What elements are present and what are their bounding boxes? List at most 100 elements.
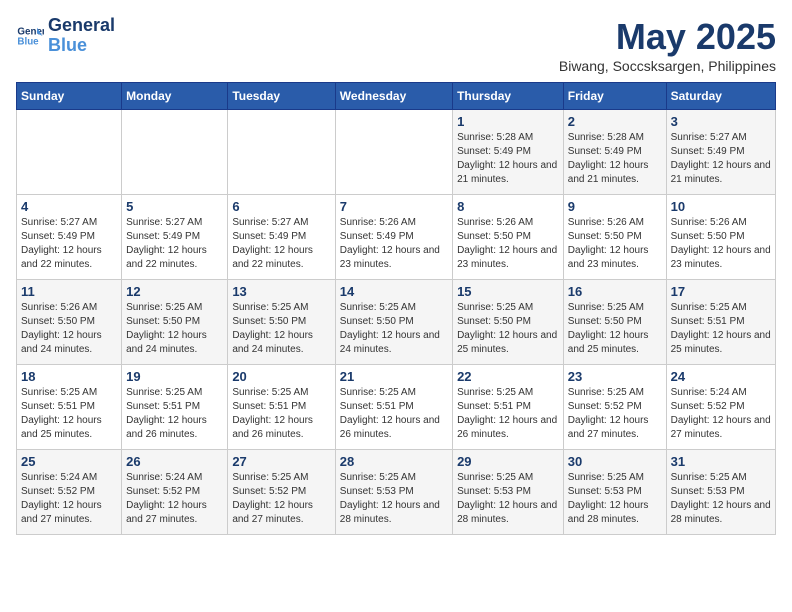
calendar-cell xyxy=(17,110,122,195)
calendar-cell: 18 Sunrise: 5:25 AM Sunset: 5:51 PM Dayl… xyxy=(17,365,122,450)
day-number: 2 xyxy=(568,114,662,129)
day-info: Sunrise: 5:25 AM Sunset: 5:51 PM Dayligh… xyxy=(457,386,559,442)
day-info: Sunrise: 5:24 AM Sunset: 5:52 PM Dayligh… xyxy=(21,471,117,527)
calendar-cell: 14 Sunrise: 5:25 AM Sunset: 5:50 PM Dayl… xyxy=(335,280,452,365)
day-info: Sunrise: 5:26 AM Sunset: 5:50 PM Dayligh… xyxy=(21,301,117,357)
calendar-header: SundayMondayTuesdayWednesdayThursdayFrid… xyxy=(17,83,776,110)
calendar-cell: 21 Sunrise: 5:25 AM Sunset: 5:51 PM Dayl… xyxy=(335,365,452,450)
week-row-2: 4 Sunrise: 5:27 AM Sunset: 5:49 PM Dayli… xyxy=(17,195,776,280)
day-info: Sunrise: 5:24 AM Sunset: 5:52 PM Dayligh… xyxy=(671,386,771,442)
day-info: Sunrise: 5:27 AM Sunset: 5:49 PM Dayligh… xyxy=(671,131,771,187)
day-info: Sunrise: 5:25 AM Sunset: 5:51 PM Dayligh… xyxy=(671,301,771,357)
day-info: Sunrise: 5:27 AM Sunset: 5:49 PM Dayligh… xyxy=(21,216,117,272)
day-number: 13 xyxy=(232,284,330,299)
day-number: 14 xyxy=(340,284,448,299)
day-number: 23 xyxy=(568,369,662,384)
day-number: 1 xyxy=(457,114,559,129)
header-row: SundayMondayTuesdayWednesdayThursdayFrid… xyxy=(17,83,776,110)
day-info: Sunrise: 5:24 AM Sunset: 5:52 PM Dayligh… xyxy=(126,471,223,527)
header-day-thursday: Thursday xyxy=(453,83,564,110)
day-info: Sunrise: 5:25 AM Sunset: 5:52 PM Dayligh… xyxy=(232,471,330,527)
day-info: Sunrise: 5:25 AM Sunset: 5:51 PM Dayligh… xyxy=(21,386,117,442)
day-info: Sunrise: 5:28 AM Sunset: 5:49 PM Dayligh… xyxy=(457,131,559,187)
day-number: 9 xyxy=(568,199,662,214)
day-number: 30 xyxy=(568,454,662,469)
logo-text: General Blue xyxy=(48,16,115,56)
header-day-sunday: Sunday xyxy=(17,83,122,110)
calendar-cell xyxy=(122,110,228,195)
calendar-cell: 26 Sunrise: 5:24 AM Sunset: 5:52 PM Dayl… xyxy=(122,450,228,535)
day-number: 27 xyxy=(232,454,330,469)
day-info: Sunrise: 5:28 AM Sunset: 5:49 PM Dayligh… xyxy=(568,131,662,187)
calendar-cell: 28 Sunrise: 5:25 AM Sunset: 5:53 PM Dayl… xyxy=(335,450,452,535)
calendar-cell: 12 Sunrise: 5:25 AM Sunset: 5:50 PM Dayl… xyxy=(122,280,228,365)
calendar-cell: 3 Sunrise: 5:27 AM Sunset: 5:49 PM Dayli… xyxy=(666,110,775,195)
header-day-friday: Friday xyxy=(563,83,666,110)
week-row-3: 11 Sunrise: 5:26 AM Sunset: 5:50 PM Dayl… xyxy=(17,280,776,365)
calendar-cell xyxy=(228,110,335,195)
day-info: Sunrise: 5:26 AM Sunset: 5:50 PM Dayligh… xyxy=(568,216,662,272)
calendar-cell: 10 Sunrise: 5:26 AM Sunset: 5:50 PM Dayl… xyxy=(666,195,775,280)
calendar-cell: 17 Sunrise: 5:25 AM Sunset: 5:51 PM Dayl… xyxy=(666,280,775,365)
calendar-cell: 5 Sunrise: 5:27 AM Sunset: 5:49 PM Dayli… xyxy=(122,195,228,280)
day-info: Sunrise: 5:27 AM Sunset: 5:49 PM Dayligh… xyxy=(232,216,330,272)
day-number: 16 xyxy=(568,284,662,299)
day-number: 4 xyxy=(21,199,117,214)
day-info: Sunrise: 5:26 AM Sunset: 5:49 PM Dayligh… xyxy=(340,216,448,272)
calendar-table: SundayMondayTuesdayWednesdayThursdayFrid… xyxy=(16,82,776,535)
calendar-cell: 13 Sunrise: 5:25 AM Sunset: 5:50 PM Dayl… xyxy=(228,280,335,365)
day-number: 31 xyxy=(671,454,771,469)
week-row-5: 25 Sunrise: 5:24 AM Sunset: 5:52 PM Dayl… xyxy=(17,450,776,535)
calendar-cell: 24 Sunrise: 5:24 AM Sunset: 5:52 PM Dayl… xyxy=(666,365,775,450)
day-number: 29 xyxy=(457,454,559,469)
day-number: 24 xyxy=(671,369,771,384)
calendar-cell: 7 Sunrise: 5:26 AM Sunset: 5:49 PM Dayli… xyxy=(335,195,452,280)
day-info: Sunrise: 5:25 AM Sunset: 5:53 PM Dayligh… xyxy=(568,471,662,527)
day-number: 12 xyxy=(126,284,223,299)
calendar-cell: 31 Sunrise: 5:25 AM Sunset: 5:53 PM Dayl… xyxy=(666,450,775,535)
main-title: May 2025 xyxy=(559,16,776,58)
calendar-cell: 20 Sunrise: 5:25 AM Sunset: 5:51 PM Dayl… xyxy=(228,365,335,450)
title-block: May 2025 Biwang, Soccsksargen, Philippin… xyxy=(559,16,776,74)
day-info: Sunrise: 5:25 AM Sunset: 5:50 PM Dayligh… xyxy=(340,301,448,357)
calendar-cell: 8 Sunrise: 5:26 AM Sunset: 5:50 PM Dayli… xyxy=(453,195,564,280)
day-number: 17 xyxy=(671,284,771,299)
svg-text:Blue: Blue xyxy=(17,36,39,47)
calendar-cell: 2 Sunrise: 5:28 AM Sunset: 5:49 PM Dayli… xyxy=(563,110,666,195)
calendar-cell: 1 Sunrise: 5:28 AM Sunset: 5:49 PM Dayli… xyxy=(453,110,564,195)
calendar-cell xyxy=(335,110,452,195)
header-day-tuesday: Tuesday xyxy=(228,83,335,110)
logo: General Blue General Blue xyxy=(16,16,115,56)
calendar-cell: 15 Sunrise: 5:25 AM Sunset: 5:50 PM Dayl… xyxy=(453,280,564,365)
day-info: Sunrise: 5:26 AM Sunset: 5:50 PM Dayligh… xyxy=(671,216,771,272)
day-info: Sunrise: 5:25 AM Sunset: 5:51 PM Dayligh… xyxy=(126,386,223,442)
calendar-cell: 27 Sunrise: 5:25 AM Sunset: 5:52 PM Dayl… xyxy=(228,450,335,535)
day-number: 5 xyxy=(126,199,223,214)
day-number: 25 xyxy=(21,454,117,469)
calendar-cell: 29 Sunrise: 5:25 AM Sunset: 5:53 PM Dayl… xyxy=(453,450,564,535)
day-number: 7 xyxy=(340,199,448,214)
day-info: Sunrise: 5:25 AM Sunset: 5:50 PM Dayligh… xyxy=(126,301,223,357)
day-number: 22 xyxy=(457,369,559,384)
week-row-1: 1 Sunrise: 5:28 AM Sunset: 5:49 PM Dayli… xyxy=(17,110,776,195)
day-info: Sunrise: 5:25 AM Sunset: 5:50 PM Dayligh… xyxy=(457,301,559,357)
subtitle: Biwang, Soccsksargen, Philippines xyxy=(559,58,776,74)
day-number: 3 xyxy=(671,114,771,129)
calendar-cell: 16 Sunrise: 5:25 AM Sunset: 5:50 PM Dayl… xyxy=(563,280,666,365)
logo-icon: General Blue xyxy=(16,22,44,50)
week-row-4: 18 Sunrise: 5:25 AM Sunset: 5:51 PM Dayl… xyxy=(17,365,776,450)
day-info: Sunrise: 5:25 AM Sunset: 5:50 PM Dayligh… xyxy=(232,301,330,357)
calendar-cell: 22 Sunrise: 5:25 AM Sunset: 5:51 PM Dayl… xyxy=(453,365,564,450)
calendar-cell: 11 Sunrise: 5:26 AM Sunset: 5:50 PM Dayl… xyxy=(17,280,122,365)
header-day-saturday: Saturday xyxy=(666,83,775,110)
day-info: Sunrise: 5:25 AM Sunset: 5:52 PM Dayligh… xyxy=(568,386,662,442)
day-info: Sunrise: 5:25 AM Sunset: 5:50 PM Dayligh… xyxy=(568,301,662,357)
day-number: 20 xyxy=(232,369,330,384)
calendar-cell: 4 Sunrise: 5:27 AM Sunset: 5:49 PM Dayli… xyxy=(17,195,122,280)
day-number: 18 xyxy=(21,369,117,384)
day-info: Sunrise: 5:25 AM Sunset: 5:51 PM Dayligh… xyxy=(340,386,448,442)
calendar-cell: 30 Sunrise: 5:25 AM Sunset: 5:53 PM Dayl… xyxy=(563,450,666,535)
day-info: Sunrise: 5:26 AM Sunset: 5:50 PM Dayligh… xyxy=(457,216,559,272)
day-number: 26 xyxy=(126,454,223,469)
day-number: 19 xyxy=(126,369,223,384)
